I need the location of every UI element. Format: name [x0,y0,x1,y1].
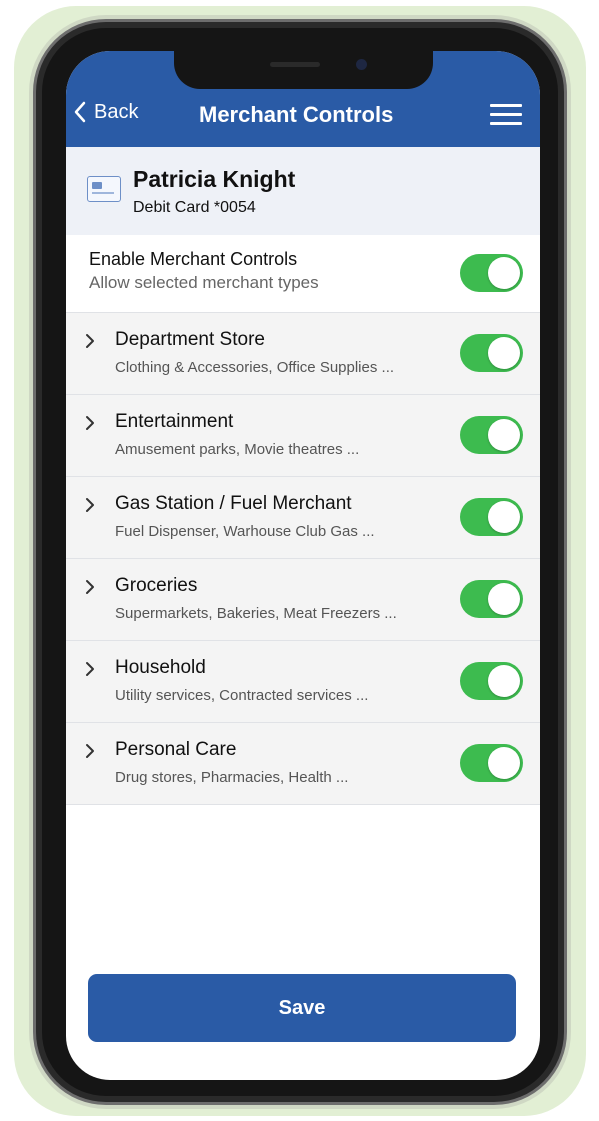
chevron-right-icon [86,662,94,676]
back-label: Back [94,100,139,123]
category-subtitle: Amusement parks, Movie theatres ... [115,441,360,458]
chevron-right-icon [86,498,94,512]
household-toggle[interactable] [460,662,523,700]
camera-icon [356,59,367,70]
chevron-right-icon [86,744,94,758]
enable-merchant-controls-row: Enable Merchant Controls Allow selected … [66,235,540,313]
save-button[interactable]: Save [88,974,516,1042]
enable-controls-title: Enable Merchant Controls [89,249,298,269]
toggle-knob [488,337,520,369]
back-button[interactable]: Back [74,97,138,127]
category-subtitle: Fuel Dispenser, Warhouse Club Gas ... [115,523,375,540]
toggle-knob [488,747,520,779]
category-row-entertainment[interactable]: Entertainment Amusement parks, Movie the… [66,395,540,477]
category-row-department-store[interactable]: Department Store Clothing & Accessories,… [66,313,540,395]
personal-care-toggle[interactable] [460,744,523,782]
toggle-knob [488,257,520,289]
category-title: Personal Care [115,739,237,760]
category-subtitle: Drug stores, Pharmacies, Health ... [115,769,349,786]
toggle-knob [488,665,520,697]
category-subtitle: Utility services, Contracted services ..… [115,687,369,704]
phone-screen: Back Merchant Controls Patricia Knight D… [66,51,540,1080]
category-title: Department Store [115,329,265,350]
category-row-household[interactable]: Household Utility services, Contracted s… [66,641,540,723]
toggle-knob [488,583,520,615]
merchant-category-list: Department Store Clothing & Accessories,… [66,313,540,805]
category-row-personal-care[interactable]: Personal Care Drug stores, Pharmacies, H… [66,723,540,805]
card-holder-name: Patricia Knight [133,166,296,192]
toggle-knob [488,501,520,533]
category-row-gas-station[interactable]: Gas Station / Fuel Merchant Fuel Dispens… [66,477,540,559]
department-store-toggle[interactable] [460,334,523,372]
category-subtitle: Clothing & Accessories, Office Supplies … [115,359,395,376]
category-title: Entertainment [115,411,234,432]
enable-controls-subtitle: Allow selected merchant types [89,273,319,292]
category-title: Groceries [115,575,198,596]
category-row-groceries[interactable]: Groceries Supermarkets, Bakeries, Meat F… [66,559,540,641]
gas-station-toggle[interactable] [460,498,523,536]
chevron-right-icon [86,580,94,594]
chevron-right-icon [86,416,94,430]
hamburger-menu-icon[interactable] [490,104,522,126]
category-subtitle: Supermarkets, Bakeries, Meat Freezers ..… [115,605,397,622]
page-title: Merchant Controls [199,102,394,127]
category-title: Household [115,657,206,678]
credit-card-icon [87,176,121,202]
groceries-toggle[interactable] [460,580,523,618]
chevron-left-icon [74,101,86,123]
card-number: Debit Card *0054 [133,199,256,216]
card-summary: Patricia Knight Debit Card *0054 [66,147,540,236]
enable-merchant-controls-toggle[interactable] [460,254,523,292]
chevron-right-icon [86,334,94,348]
speaker-grille [270,62,320,67]
category-title: Gas Station / Fuel Merchant [115,493,352,514]
entertainment-toggle[interactable] [460,416,523,454]
phone-notch [174,51,433,89]
toggle-knob [488,419,520,451]
